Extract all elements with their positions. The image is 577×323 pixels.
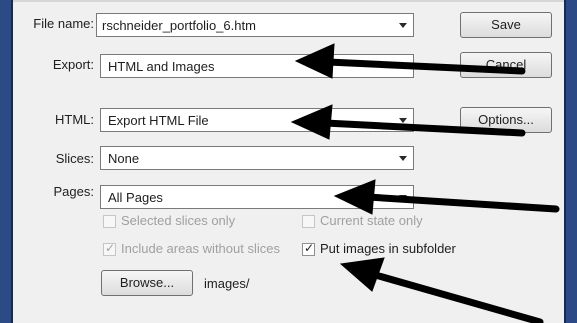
window-border-right [566, 0, 577, 323]
chevron-down-icon[interactable] [399, 64, 407, 69]
pages-label: Pages: [53, 184, 94, 199]
slices-label: Slices: [55, 151, 94, 166]
slices-value: None [108, 151, 140, 166]
html-value: Export HTML File [108, 113, 209, 128]
html-select[interactable]: Export HTML File [100, 108, 414, 132]
cancel-button[interactable]: Cancel [460, 52, 552, 78]
export-select[interactable]: HTML and Images [100, 54, 414, 78]
checkmark-icon: ✓ [105, 241, 116, 255]
chevron-down-icon[interactable] [399, 23, 407, 28]
checkmark-icon: ✓ [304, 241, 315, 255]
slices-select[interactable]: None [100, 146, 414, 170]
current-state-only-label: Current state only [320, 213, 423, 228]
include-areas-without-slices-checkbox[interactable]: ✓ [103, 241, 116, 256]
html-label: HTML: [55, 112, 94, 127]
export-label: Export: [52, 57, 94, 72]
pages-select[interactable]: All Pages [100, 185, 414, 209]
dialog-top-edge [13, 0, 564, 2]
include-areas-without-slices-label: Include areas without slices [121, 241, 280, 256]
put-images-in-subfolder-checkbox[interactable]: ✓ [302, 241, 315, 256]
selected-slices-only-label: Selected slices only [121, 213, 236, 228]
export-value: HTML and Images [108, 59, 215, 74]
file-name-field[interactable]: rschneider_portfolio_6.htm [96, 13, 414, 37]
browse-button[interactable]: Browse... [101, 270, 193, 296]
chevron-down-icon[interactable] [399, 118, 407, 123]
options-button[interactable]: Options... [460, 107, 552, 133]
save-button[interactable]: Save [460, 12, 552, 38]
put-images-in-subfolder-label: Put images in subfolder [320, 241, 456, 256]
pages-value: All Pages [108, 190, 163, 205]
current-state-only-checkbox[interactable] [302, 215, 315, 228]
selected-slices-only-checkbox[interactable] [103, 215, 116, 228]
chevron-down-icon[interactable] [399, 195, 407, 200]
chevron-down-icon[interactable] [399, 156, 407, 161]
window-border-left [0, 0, 11, 323]
images-folder-path: images/ [204, 276, 250, 291]
file-name-label: File name: [33, 16, 94, 31]
file-name-value: rschneider_portfolio_6.htm [102, 18, 256, 33]
